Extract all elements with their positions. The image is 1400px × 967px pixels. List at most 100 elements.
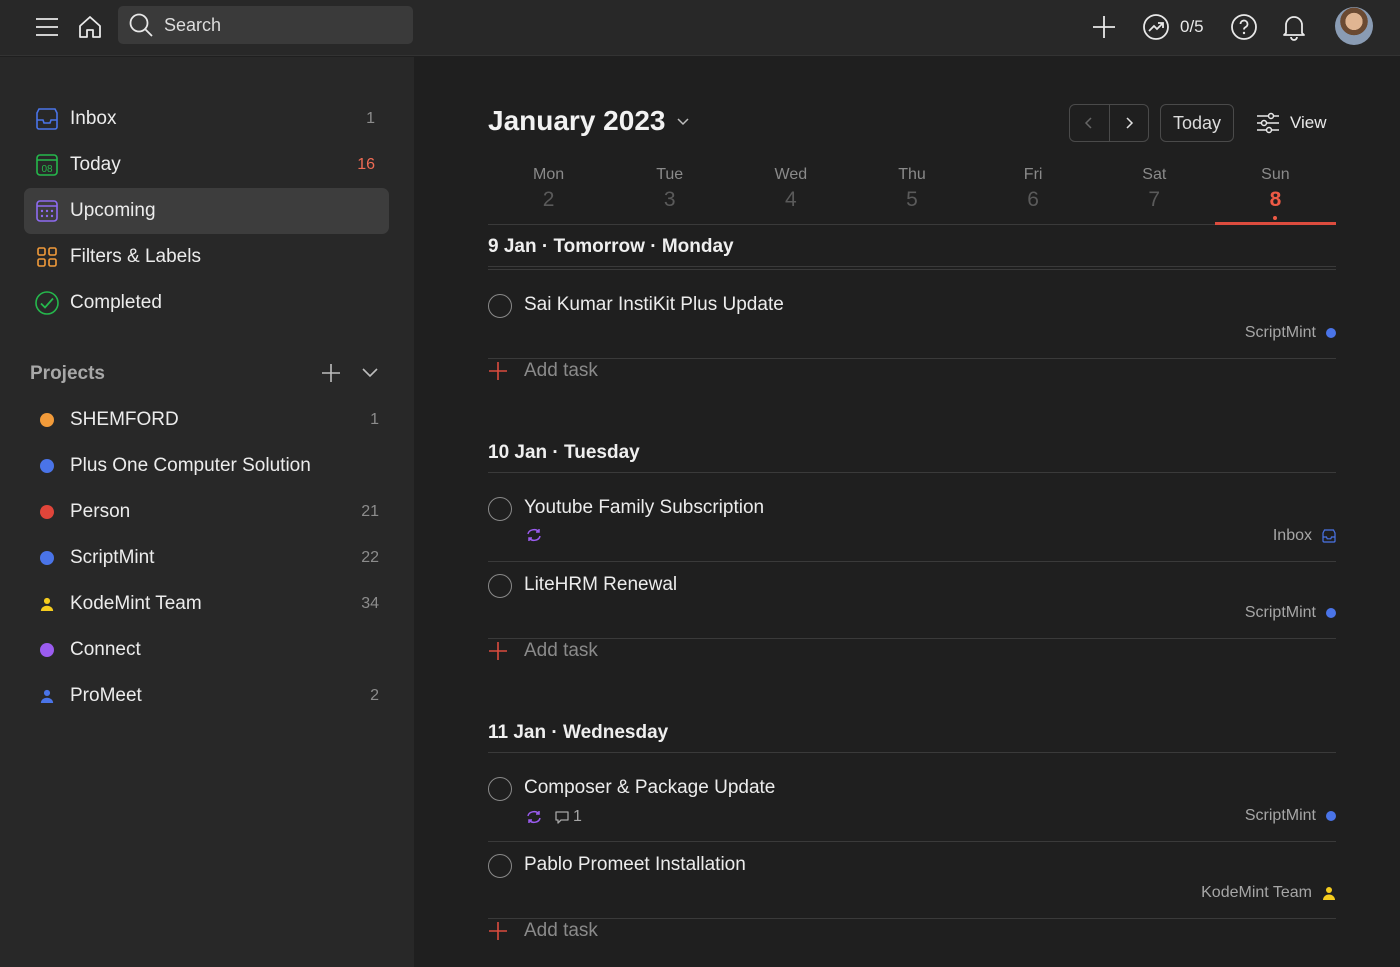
project-label: Person <box>70 501 131 522</box>
task-checkbox[interactable] <box>488 854 512 878</box>
chevron-down-icon[interactable] <box>359 362 381 389</box>
project-person[interactable]: Person 21 <box>24 489 389 535</box>
projects-title: Projects <box>30 363 105 384</box>
project-promeet[interactable]: ProMeet 2 <box>24 673 389 719</box>
day-name: Thu <box>898 166 926 183</box>
search-placeholder: Search <box>164 14 222 35</box>
avatar[interactable] <box>1335 7 1373 45</box>
project-connect[interactable]: Connect <box>24 627 389 673</box>
task-project[interactable]: ScriptMint <box>1245 324 1336 342</box>
task-project-label: ScriptMint <box>1244 324 1316 341</box>
bell-icon[interactable] <box>1277 10 1311 44</box>
day-number: 5 <box>906 188 918 211</box>
add-task-button[interactable]: Add task <box>488 916 598 946</box>
task-item[interactable]: LiteHRM Renewal ScriptMint <box>488 562 1336 639</box>
next-week-button[interactable] <box>1110 105 1149 141</box>
project-color-dot <box>1326 328 1336 338</box>
task-checkbox[interactable] <box>488 497 512 521</box>
project-kodemint-team[interactable]: KodeMint Team 34 <box>24 581 389 627</box>
search-input[interactable]: Search <box>118 6 413 44</box>
day-wed[interactable]: Wed 4 <box>730 163 851 224</box>
sidebar-item-count: 16 <box>357 156 375 173</box>
calendar-grid-icon <box>24 199 70 223</box>
chevron-right-icon <box>1126 117 1133 129</box>
add-task-button[interactable]: Add task <box>488 636 598 666</box>
task-project[interactable]: Inbox <box>1273 527 1336 545</box>
home-icon[interactable] <box>73 10 107 44</box>
recurring-icon <box>527 810 541 824</box>
task-project-label: ScriptMint <box>1244 807 1316 824</box>
today-button[interactable]: Today <box>1160 104 1234 142</box>
day-name: Mon <box>533 166 565 183</box>
task-name: Pablo Promeet Installation <box>524 854 746 875</box>
task-project[interactable]: KodeMint Team <box>1201 884 1336 902</box>
sliders-icon <box>1257 112 1279 134</box>
sidebar-item-label: Completed <box>70 292 162 313</box>
section-title: 9 Jan · Tomorrow · Monday <box>488 236 734 257</box>
task-project[interactable]: ScriptMint <box>1245 604 1336 622</box>
month-picker[interactable]: January 2023 <box>488 105 691 137</box>
day-number: 3 <box>663 188 676 211</box>
sidebar-item-upcoming[interactable]: Upcoming <box>24 188 389 234</box>
projects-header[interactable]: Projects <box>30 359 385 389</box>
check-circle-icon <box>24 290 70 316</box>
top-bar: Search 0/5 <box>0 0 1400 56</box>
person-icon <box>1323 887 1335 900</box>
day-fri[interactable]: Fri 6 <box>973 163 1094 224</box>
chevron-left-icon <box>1085 117 1092 129</box>
project-color-dot <box>40 413 54 427</box>
sidebar-item-inbox[interactable]: Inbox 1 <box>24 96 389 142</box>
sidebar-item-label: Filters & Labels <box>70 246 201 267</box>
view-label: View <box>1290 113 1327 132</box>
productivity-button[interactable]: 0/5 <box>1142 10 1204 44</box>
day-tue[interactable]: Tue 3 <box>609 163 730 224</box>
day-sun-selected[interactable]: Sun 8 <box>1214 163 1337 225</box>
project-color-dot <box>40 643 54 657</box>
plus-icon <box>489 362 507 380</box>
menu-icon[interactable] <box>30 10 64 44</box>
day-mon[interactable]: Mon 2 <box>488 163 609 224</box>
today-badge: 08 <box>41 164 53 175</box>
day-number: 8 <box>1269 188 1282 211</box>
project-color-dot <box>40 551 54 565</box>
add-task-button[interactable]: Add task <box>488 356 598 386</box>
inbox-icon <box>1322 529 1336 543</box>
help-icon[interactable] <box>1227 10 1261 44</box>
day-sat[interactable]: Sat 7 <box>1094 163 1215 224</box>
task-name: Composer & Package Update <box>524 777 776 798</box>
section-divider <box>488 472 1336 473</box>
project-count: 22 <box>361 549 379 566</box>
add-task-icon[interactable] <box>1087 10 1121 44</box>
previous-week-button[interactable] <box>1070 105 1110 141</box>
task-project[interactable]: ScriptMint <box>1245 807 1336 825</box>
sidebar-item-today[interactable]: 08 Today 16 <box>24 142 389 188</box>
project-label: Plus One Computer Solution <box>70 455 311 476</box>
task-item[interactable]: Sai Kumar InstiKit Plus Update ScriptMin… <box>488 282 1336 359</box>
view-button[interactable]: View <box>1256 107 1327 139</box>
task-item[interactable]: Pablo Promeet Installation KodeMint Team <box>488 842 1336 919</box>
task-name: Youtube Family Subscription <box>524 497 765 518</box>
project-scriptmint[interactable]: ScriptMint 22 <box>24 535 389 581</box>
add-project-icon[interactable] <box>320 362 342 389</box>
person-icon <box>40 688 54 704</box>
project-plus-one-computer-solution[interactable]: Plus One Computer Solution <box>24 443 389 489</box>
add-task-label: Add task <box>524 360 598 381</box>
comment-icon <box>555 810 569 824</box>
task-project-label: KodeMint Team <box>1201 884 1312 901</box>
task-checkbox[interactable] <box>488 574 512 598</box>
task-item[interactable]: Youtube Family Subscription Inbox <box>488 485 1336 562</box>
task-checkbox[interactable] <box>488 777 512 801</box>
project-color-dot <box>40 459 54 473</box>
sidebar-item-filters-labels[interactable]: Filters & Labels <box>24 234 389 280</box>
project-label: Connect <box>70 639 141 660</box>
sidebar-item-completed[interactable]: Completed <box>24 280 389 326</box>
project-count: 2 <box>370 687 379 704</box>
task-item[interactable]: Composer & Package Update 1 ScriptMint <box>488 765 1336 842</box>
add-task-label: Add task <box>524 640 598 661</box>
project-shemford[interactable]: SHEMFORD 1 <box>24 397 389 443</box>
comment-count: 1 <box>573 808 582 825</box>
task-checkbox[interactable] <box>488 294 512 318</box>
task-name: Sai Kumar InstiKit Plus Update <box>524 294 784 315</box>
day-thu[interactable]: Thu 5 <box>851 163 972 224</box>
inbox-icon <box>24 107 70 131</box>
